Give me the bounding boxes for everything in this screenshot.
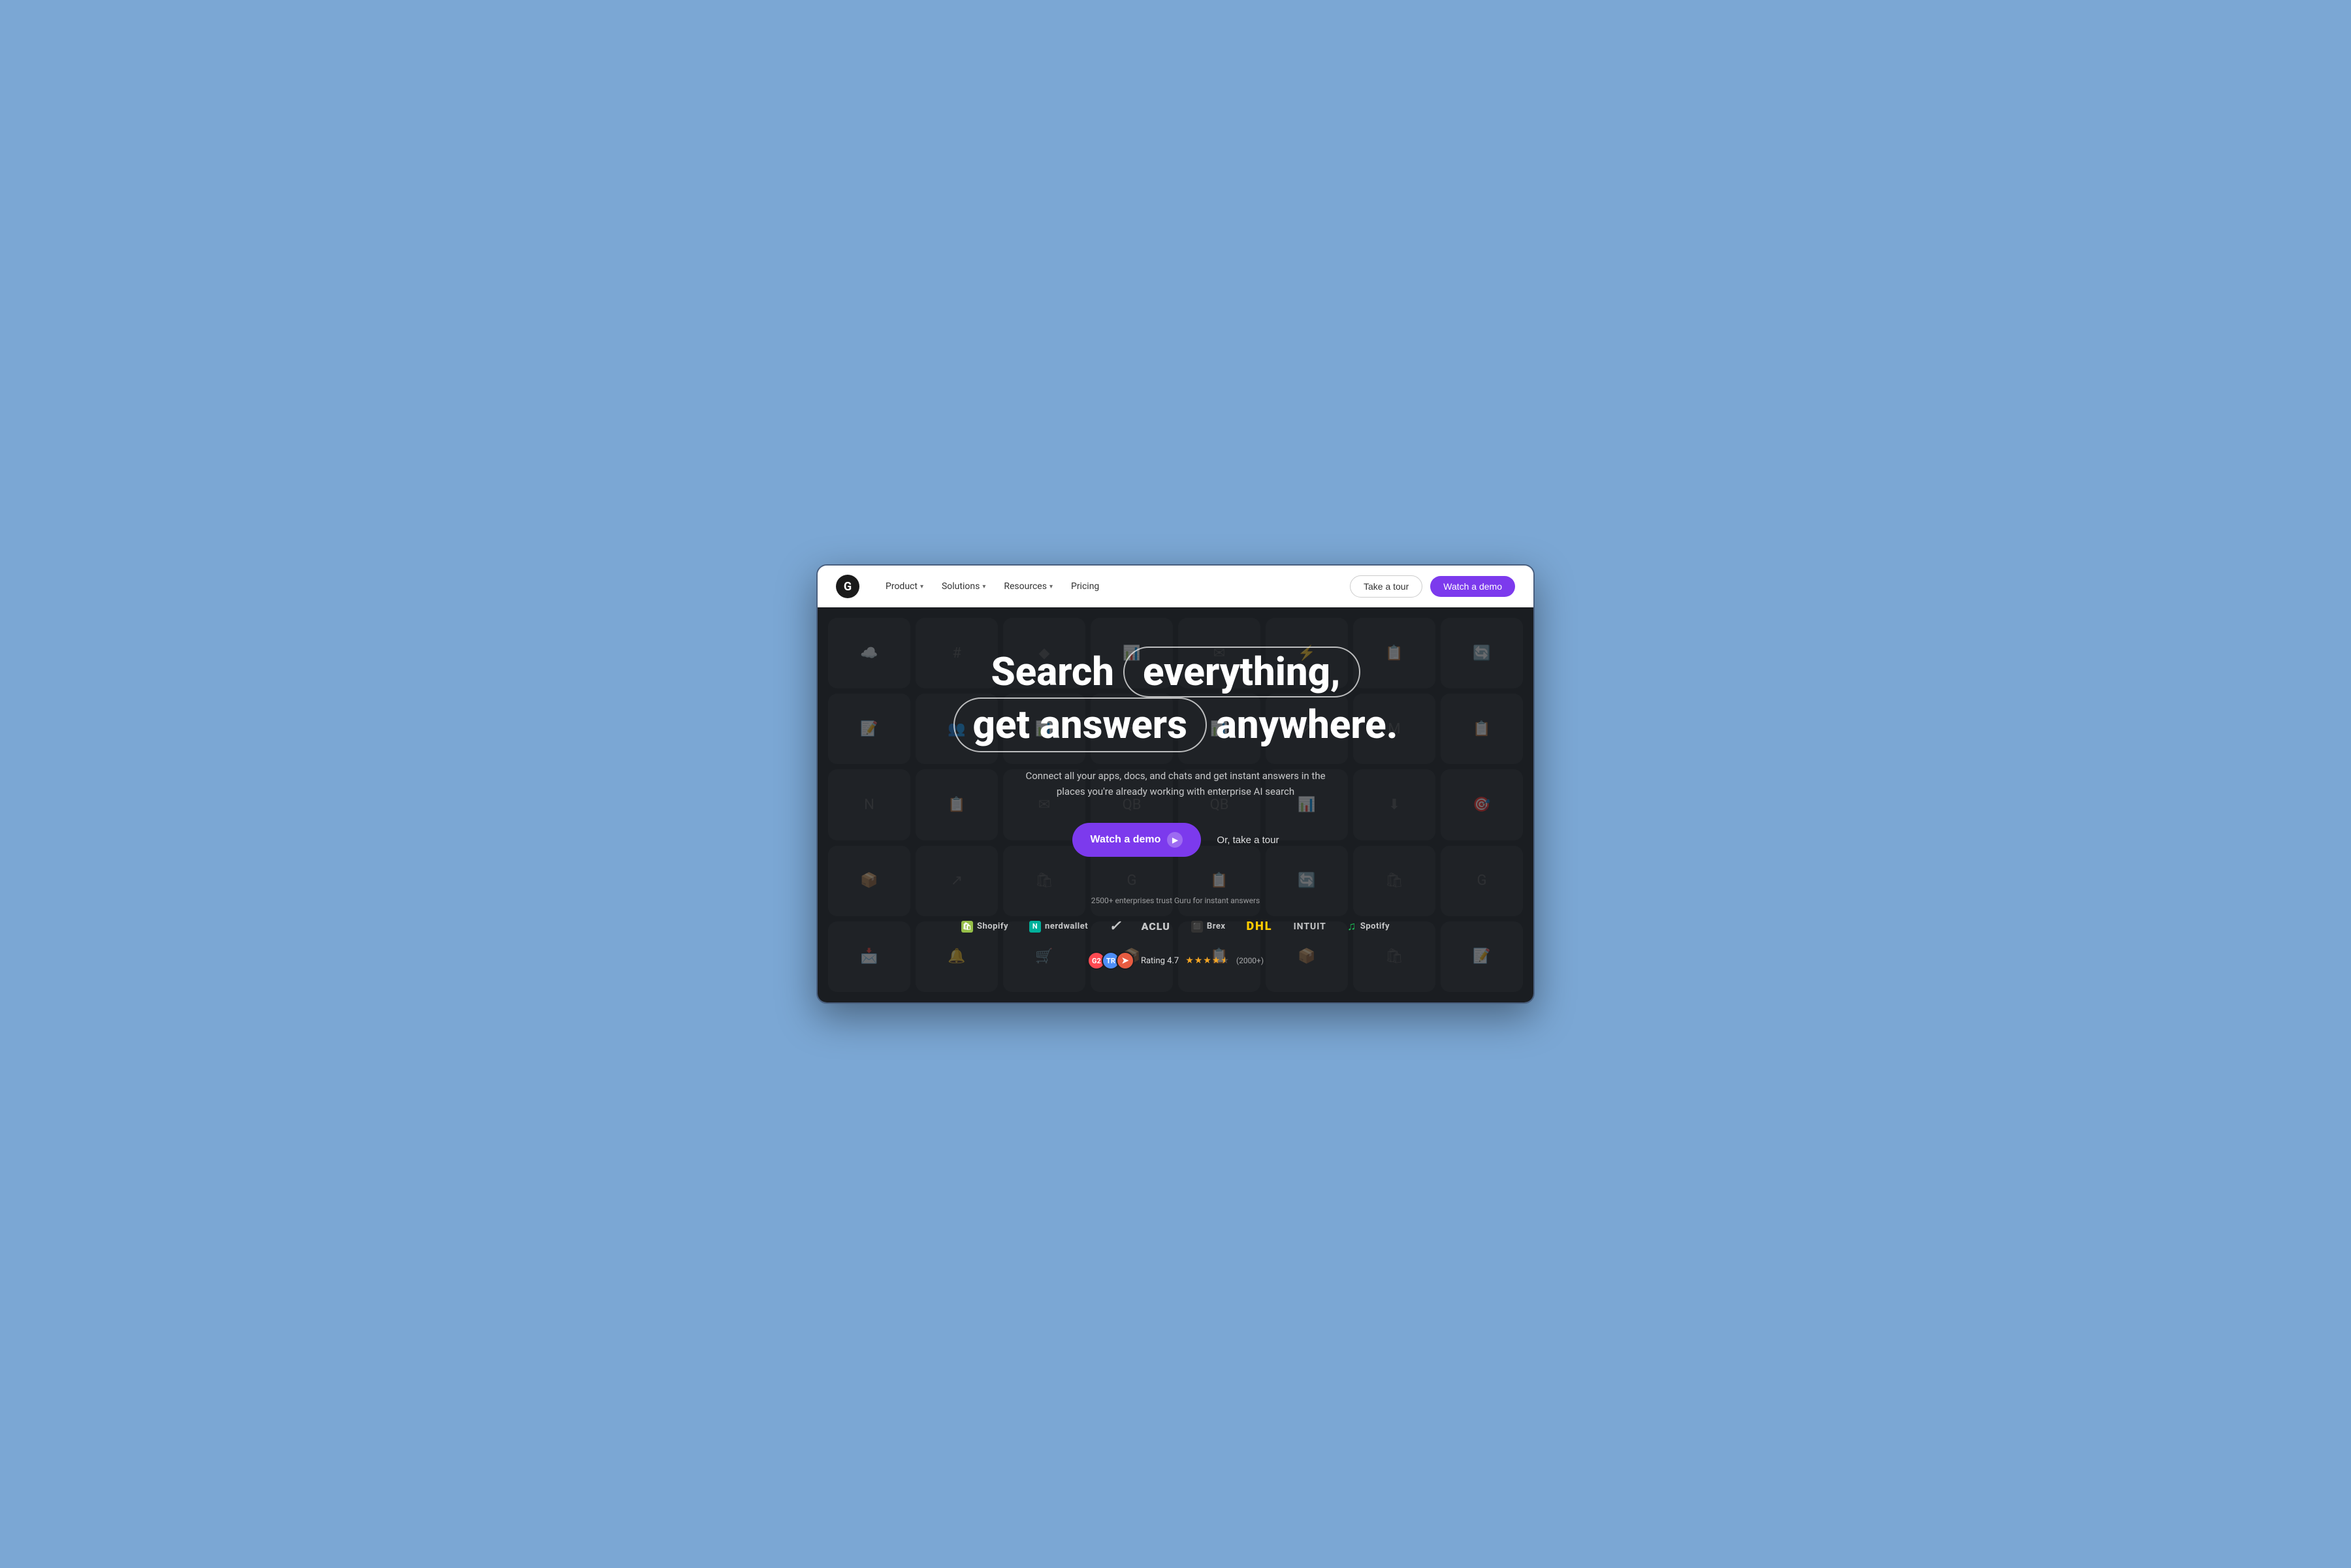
watch-demo-button[interactable]: Watch a demo (1430, 576, 1515, 597)
headline-everything-pill: everything, (1123, 647, 1360, 697)
spotify-icon: ♫ (1347, 920, 1356, 933)
trust-label: 2500+ enterprises trust Guru for instant… (1091, 896, 1260, 905)
rating-label: Rating 4.7 (1141, 956, 1179, 966)
headline-line2: get answers anywhere. (953, 697, 1398, 752)
navbar: G Product ▾ Solutions ▾ Resources ▾ Pric… (818, 566, 1533, 607)
cta-tour-button[interactable]: Or, take a tour (1217, 835, 1279, 846)
capterra-badge: ➤ (1116, 952, 1134, 970)
headline: Search everything, get answers anywhere. (953, 647, 1398, 752)
rating-count: (2000+) (1236, 956, 1264, 965)
cta-row: Watch a demo ▶ Or, take a tour (1072, 823, 1279, 857)
headline-search-text: Search (991, 650, 1114, 694)
nike-swoosh-icon: ✓ (1109, 918, 1120, 935)
nav-pricing[interactable]: Pricing (1071, 581, 1099, 592)
brand-intuit: INTUIT (1294, 921, 1326, 932)
brand-dhl: DHL (1247, 920, 1273, 933)
headline-anywhere-text: anywhere. (1216, 701, 1398, 748)
rating-stars: ★★★★★★ (1185, 955, 1230, 966)
brand-shopify: 🛍 Shopify (961, 921, 1008, 933)
cta-demo-button[interactable]: Watch a demo ▶ (1072, 823, 1202, 857)
nav-product[interactable]: Product ▾ (886, 581, 923, 592)
brand-nerdwallet: N nerdwallet (1029, 921, 1088, 933)
logo-icon: G (836, 575, 859, 598)
chevron-down-icon: ▾ (1049, 583, 1053, 590)
headline-get-answers-pill: get answers (953, 697, 1207, 752)
brand-aclu: ACLU (1142, 920, 1170, 933)
nav-links: Product ▾ Solutions ▾ Resources ▾ Pricin… (886, 581, 1329, 592)
play-icon: ▶ (1167, 832, 1183, 848)
nav-solutions[interactable]: Solutions ▾ (942, 581, 985, 592)
nav-buttons: Take a tour Watch a demo (1350, 575, 1515, 598)
rating-badges: G2 TR ➤ (1087, 952, 1134, 970)
brex-icon: ⬛ (1191, 921, 1203, 933)
headline-line1: Search everything, (953, 647, 1398, 697)
nerdwallet-icon: N (1029, 921, 1041, 933)
logo-bar: 🛍 Shopify N nerdwallet ✓ ACLU ⬛ (831, 918, 1520, 935)
brand-nike: ✓ (1109, 918, 1120, 935)
brand-spotify: ♫ Spotify (1347, 920, 1390, 933)
logo[interactable]: G (836, 575, 859, 598)
chevron-down-icon: ▾ (920, 583, 923, 590)
hero-content: Search everything, get answers anywhere.… (831, 647, 1520, 970)
brand-brex: ⬛ Brex (1191, 921, 1226, 933)
chevron-down-icon: ▾ (982, 583, 985, 590)
subheadline: Connect all your apps, docs, and chats a… (1025, 768, 1326, 799)
take-tour-button[interactable]: Take a tour (1350, 575, 1422, 598)
rating-row: G2 TR ➤ Rating 4.7 ★★★★★★ (2000+) (1087, 952, 1264, 970)
hero-section: ☁️ # ◆ 📊 ✉ ⚡ 📋 🔄 📝 👥 📊 ✉ 📊 ↗ M 📋 N 📋 ✉ Q… (818, 607, 1533, 1002)
trust-section: 2500+ enterprises trust Guru for instant… (831, 896, 1520, 970)
shopify-icon: 🛍 (961, 921, 973, 933)
nav-resources[interactable]: Resources ▾ (1004, 581, 1053, 592)
browser-window: G Product ▾ Solutions ▾ Resources ▾ Pric… (816, 564, 1535, 1004)
